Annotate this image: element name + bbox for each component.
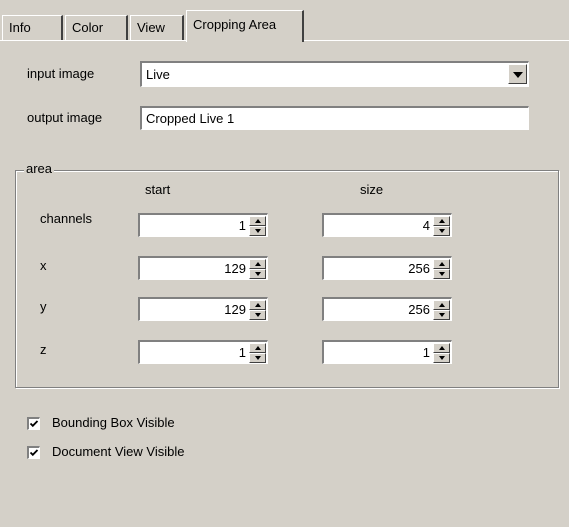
x-size-up-button[interactable]: [433, 259, 450, 269]
arrow-down-icon: [439, 229, 445, 233]
check-icon: [29, 420, 39, 428]
tab-info-label: Info: [9, 20, 31, 35]
y-size-up-button[interactable]: [433, 300, 450, 310]
x-start-up-button[interactable]: [249, 259, 266, 269]
area-groupbox: [15, 170, 559, 388]
y-size-value: 256: [408, 302, 430, 317]
x-size-spinner[interactable]: 256: [322, 256, 452, 280]
arrow-up-icon: [255, 262, 261, 266]
y-start-value: 129: [224, 302, 246, 317]
y-start-up-button[interactable]: [249, 300, 266, 310]
output-image-value: Cropped Live 1: [146, 111, 235, 126]
area-group-title: area: [24, 161, 55, 176]
y-start-spinner[interactable]: 129: [138, 297, 268, 321]
tab-cropping-area-label: Cropping Area: [193, 17, 277, 32]
x-size-value: 256: [408, 261, 430, 276]
channels-label: channels: [40, 211, 93, 226]
document-view-visible-checkbox[interactable]: [27, 446, 40, 459]
arrow-up-icon: [255, 303, 261, 307]
tab-cropping-area[interactable]: Cropping Area: [186, 10, 304, 42]
z-start-spinner[interactable]: 1: [138, 340, 268, 364]
tab-view-label: View: [137, 20, 165, 35]
z-size-value: 1: [422, 345, 430, 360]
arrow-down-icon: [255, 313, 261, 317]
output-image-label: output image: [27, 110, 103, 125]
output-image-field[interactable]: Cropped Live 1: [140, 106, 529, 130]
tab-color[interactable]: Color: [65, 15, 128, 40]
input-image-label: input image: [27, 66, 95, 81]
input-image-select[interactable]: Live: [140, 61, 529, 87]
arrow-up-icon: [439, 219, 445, 223]
arrow-down-icon: [255, 356, 261, 360]
z-start-up-button[interactable]: [249, 343, 266, 353]
arrow-down-icon: [255, 229, 261, 233]
document-view-visible-label[interactable]: Document View Visible: [52, 444, 184, 459]
z-start-down-button[interactable]: [249, 353, 266, 363]
y-size-down-button[interactable]: [433, 310, 450, 320]
arrow-up-icon: [255, 219, 261, 223]
bounding-box-visible-checkbox[interactable]: [27, 417, 40, 430]
z-size-down-button[interactable]: [433, 353, 450, 363]
check-icon: [29, 449, 39, 457]
y-label: y: [40, 299, 47, 314]
arrow-down-icon: [439, 356, 445, 360]
channels-size-value: 4: [422, 218, 430, 233]
bounding-box-visible-label[interactable]: Bounding Box Visible: [52, 415, 175, 430]
channels-size-spinner[interactable]: 4: [322, 213, 452, 237]
start-column-header: start: [145, 182, 171, 197]
x-label: x: [40, 258, 47, 273]
x-size-down-button[interactable]: [433, 269, 450, 279]
tab-info[interactable]: Info: [2, 15, 63, 40]
channels-start-up-button[interactable]: [249, 216, 266, 226]
channels-start-spinner[interactable]: 1: [138, 213, 268, 237]
arrow-down-icon: [439, 272, 445, 276]
z-label: z: [40, 342, 47, 357]
z-size-spinner[interactable]: 1: [322, 340, 452, 364]
x-start-value: 129: [224, 261, 246, 276]
y-size-spinner[interactable]: 256: [322, 297, 452, 321]
channels-size-down-button[interactable]: [433, 226, 450, 236]
channels-start-down-button[interactable]: [249, 226, 266, 236]
z-start-value: 1: [238, 345, 246, 360]
tab-color-label: Color: [72, 20, 104, 35]
x-start-down-button[interactable]: [249, 269, 266, 279]
arrow-down-icon: [255, 272, 261, 276]
tab-view[interactable]: View: [130, 15, 184, 40]
input-image-dropdown-button[interactable]: [508, 64, 527, 84]
z-size-up-button[interactable]: [433, 343, 450, 353]
channels-size-up-button[interactable]: [433, 216, 450, 226]
arrow-up-icon: [439, 303, 445, 307]
arrow-up-icon: [439, 262, 445, 266]
chevron-down-icon: [513, 72, 523, 78]
tab-bar: Info Color View Cropping Area: [0, 0, 569, 45]
arrow-up-icon: [255, 346, 261, 350]
channels-start-value: 1: [238, 218, 246, 233]
size-column-header: size: [360, 182, 384, 197]
y-start-down-button[interactable]: [249, 310, 266, 320]
input-image-value: Live: [146, 67, 170, 82]
arrow-down-icon: [439, 313, 445, 317]
arrow-up-icon: [439, 346, 445, 350]
x-start-spinner[interactable]: 129: [138, 256, 268, 280]
